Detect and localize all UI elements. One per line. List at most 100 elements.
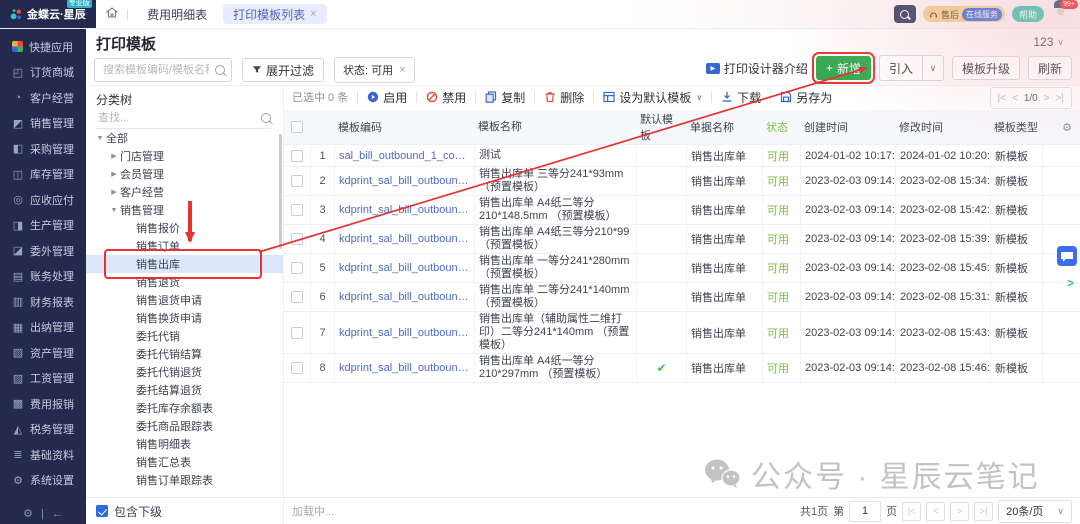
tree-node[interactable]: 销售退货	[86, 273, 283, 291]
col-header-modified-time[interactable]: 修改时间	[895, 110, 990, 144]
last-page-icon[interactable]: >|	[1056, 93, 1064, 104]
refresh-button[interactable]: 刷新	[1028, 56, 1072, 80]
sidebar-collapse-icon[interactable]: ←	[52, 508, 63, 520]
tree-node[interactable]: ▼ 销售管理	[86, 201, 283, 219]
page-tab[interactable]: 打印模板列表 ×	[223, 4, 326, 24]
template-code-link[interactable]: kdprint_sal_bill_outbound_3	[339, 233, 470, 245]
template-code-link[interactable]: sal_bill_outbound_1_copy01	[339, 150, 470, 162]
include-sub-checkbox[interactable]	[96, 505, 108, 517]
sidebar-item[interactable]: ◰ 订货商城	[0, 60, 86, 86]
import-label[interactable]: 引入	[880, 56, 922, 80]
global-search-button[interactable]	[894, 5, 916, 23]
tree-node[interactable]: 销售退货申请	[86, 291, 283, 309]
sidebar-item[interactable]: ◔ 客户经营	[0, 85, 86, 111]
col-header-default-template[interactable]: 默认模板	[636, 110, 686, 144]
tree-node[interactable]: 委托代销结算	[86, 345, 283, 363]
chevron-down-icon[interactable]: ∨	[922, 56, 943, 80]
tree-node[interactable]: 销售订单跟踪表	[86, 471, 283, 489]
tree-node[interactable]: 委托结算退货	[86, 381, 283, 399]
tree-node[interactable]: 委托代销退货	[86, 363, 283, 381]
home-icon[interactable]	[106, 7, 118, 21]
after-sales-service-button[interactable]: 售后 在线服务	[923, 6, 1005, 22]
table-row[interactable]: 6 kdprint_sal_bill_outbound_5 销售出库单 二等分2…	[284, 283, 1080, 312]
org-selector[interactable]: 123 ∨	[1033, 35, 1064, 49]
page-size-select[interactable]: 20条/页 ∨	[998, 500, 1072, 523]
page-number-input[interactable]	[849, 501, 881, 522]
page-tab[interactable]: 费用明细表	[137, 4, 217, 24]
sidebar-item[interactable]: ▧ 资产管理	[0, 340, 86, 366]
col-header-template-code[interactable]: 模板编码	[334, 110, 474, 144]
tree-node[interactable]: 委托库存余额表	[86, 399, 283, 417]
template-upgrade-button[interactable]: 模板升级	[952, 56, 1020, 80]
user-avatar[interactable]: 99+	[1051, 5, 1070, 24]
select-all-checkbox[interactable]	[291, 121, 303, 133]
table-row[interactable]: 4 kdprint_sal_bill_outbound_3 销售出库单 A4纸三…	[284, 225, 1080, 254]
tree-node[interactable]: 销售换货申请	[86, 309, 283, 327]
sidebar-item[interactable]: ▤ 账务处理	[0, 264, 86, 290]
row-checkbox[interactable]	[291, 204, 303, 216]
sidebar-item[interactable]: ◧ 采购管理	[0, 136, 86, 162]
sidebar-item[interactable]: ▩ 费用报销	[0, 391, 86, 417]
row-checkbox[interactable]	[291, 291, 303, 303]
row-checkbox[interactable]	[291, 233, 303, 245]
tree-expand-icon[interactable]: ▶	[108, 152, 120, 160]
search-icon[interactable]	[261, 113, 271, 123]
set-default-template-button[interactable]: 设为默认模板 ∨	[603, 89, 702, 106]
enable-button[interactable]: 启用	[367, 89, 407, 106]
template-code-link[interactable]: kdprint_sal_bill_outbound_5	[339, 291, 470, 303]
sidebar-item[interactable]: ⚙ 系统设置	[0, 468, 86, 494]
template-code-link[interactable]: kdprint_sal_bill_outbound_4	[339, 262, 470, 274]
sidebar-item[interactable]: 快捷应用	[0, 34, 86, 60]
column-settings-gear-icon[interactable]: ⚙	[1042, 110, 1080, 144]
col-header-status[interactable]: 状态	[762, 110, 800, 144]
sidebar-item[interactable]: ◨ 生产管理	[0, 213, 86, 239]
next-page-icon[interactable]: >	[1044, 93, 1050, 104]
tree-node[interactable]: 销售明细表	[86, 435, 283, 453]
row-checkbox[interactable]	[291, 150, 303, 162]
col-header-created-time[interactable]: 创建时间	[800, 110, 895, 144]
copy-button[interactable]: 复制	[485, 89, 525, 106]
table-top-pager[interactable]: |< < 1/0 > >|	[990, 87, 1072, 109]
save-as-button[interactable]: 另存为	[780, 89, 832, 106]
disable-button[interactable]: 禁用	[426, 89, 466, 106]
panel-expand-icon[interactable]: >	[1067, 276, 1074, 290]
tree-expand-icon[interactable]: ▼	[94, 135, 106, 142]
template-search-input[interactable]	[101, 63, 211, 77]
tree-node[interactable]: 销售汇总表	[86, 453, 283, 471]
import-button[interactable]: 引入 ∨	[879, 55, 944, 81]
sidebar-item[interactable]: ◭ 税务管理	[0, 417, 86, 443]
template-code-link[interactable]: kdprint_sal_bill_outbound_1	[339, 362, 470, 374]
sidebar-item[interactable]: ◎ 应收应付	[0, 187, 86, 213]
template-code-link[interactable]: kdprint_sal_bill_outbound_6	[339, 175, 470, 187]
sidebar-item[interactable]: ▨ 工资管理	[0, 366, 86, 392]
download-button[interactable]: 下载	[721, 89, 761, 106]
chat-widget-button[interactable]	[1057, 246, 1077, 269]
row-checkbox[interactable]	[291, 362, 303, 374]
chip-close-icon[interactable]: ×	[399, 64, 405, 76]
last-page-button[interactable]: >|	[974, 502, 993, 521]
tree-scrollbar[interactable]	[279, 134, 282, 249]
tree-expand-icon[interactable]: ▼	[108, 207, 120, 214]
tree-expand-icon[interactable]: ▶	[108, 170, 120, 178]
first-page-icon[interactable]: |<	[998, 93, 1006, 104]
tree-node[interactable]: 销售报价	[86, 219, 283, 237]
row-checkbox[interactable]	[291, 327, 303, 339]
tree-node[interactable]: 委托代销	[86, 327, 283, 345]
col-header-template-type[interactable]: 模板类型	[990, 110, 1042, 144]
designer-intro-link[interactable]: ▶ 打印设计器介绍	[706, 60, 808, 77]
tree-node[interactable]: ▶ 门店管理	[86, 147, 283, 165]
tree-node[interactable]: ▶ 会员管理	[86, 165, 283, 183]
sidebar-item[interactable]: ▥ 财务报表	[0, 289, 86, 315]
table-row[interactable]: 3 kdprint_sal_bill_outbound_2 销售出库单 A4纸二…	[284, 196, 1080, 225]
table-row[interactable]: 5 kdprint_sal_bill_outbound_4 销售出库单 一等分2…	[284, 254, 1080, 283]
search-icon[interactable]	[215, 65, 225, 75]
sidebar-item[interactable]: ≣ 基础资料	[0, 442, 86, 468]
status-filter-chip[interactable]: 状态: 可用 ×	[334, 57, 415, 83]
next-page-button[interactable]: >	[950, 502, 969, 521]
table-row[interactable]: 2 kdprint_sal_bill_outbound_6 销售出库单 三等分2…	[284, 167, 1080, 196]
tree-search-input[interactable]	[96, 111, 261, 125]
sidebar-item[interactable]: ◫ 库存管理	[0, 162, 86, 188]
table-row[interactable]: 8 kdprint_sal_bill_outbound_1 销售出库单 A4纸一…	[284, 354, 1080, 383]
tree-node[interactable]: ▶ 客户经营	[86, 183, 283, 201]
row-checkbox[interactable]	[291, 175, 303, 187]
